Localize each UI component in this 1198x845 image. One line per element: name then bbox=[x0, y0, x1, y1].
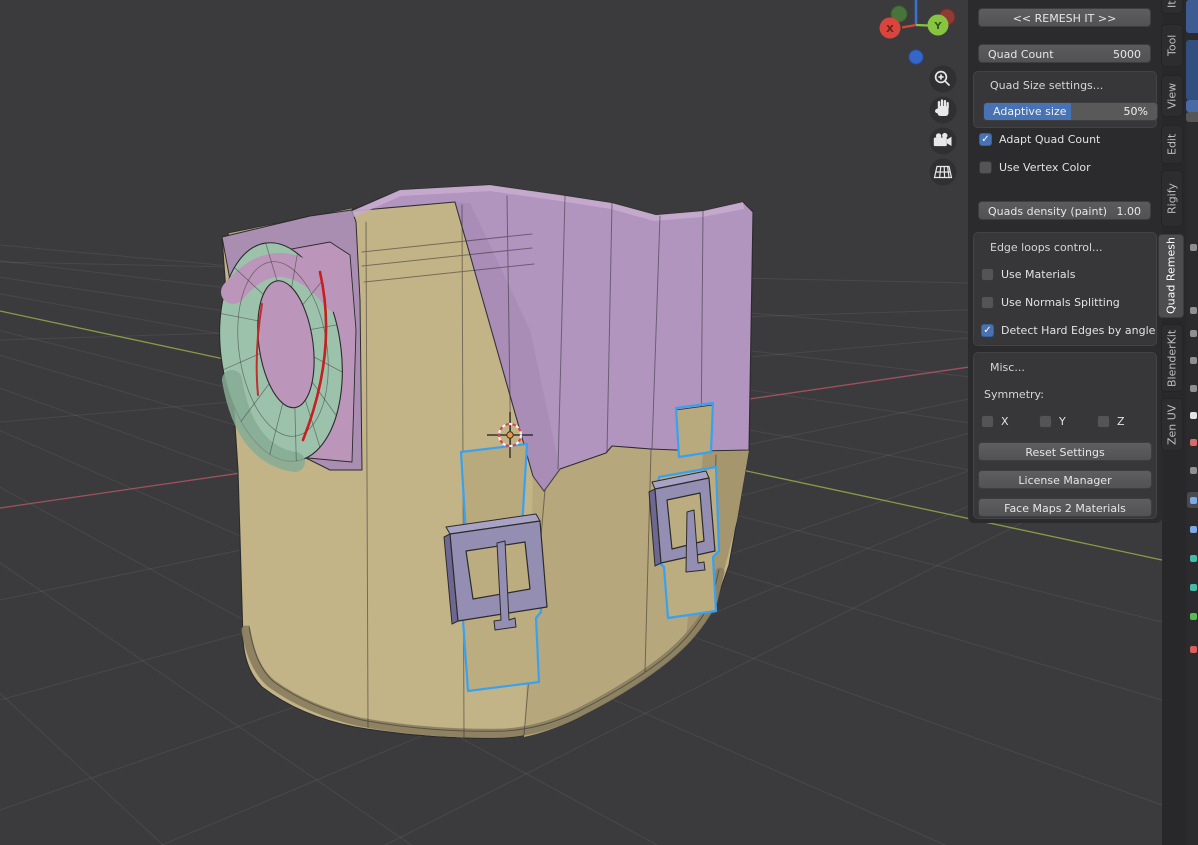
properties-tab-icon[interactable] bbox=[1187, 641, 1198, 657]
tab-zen-uv[interactable]: Zen UV bbox=[1161, 398, 1183, 451]
detect-hard-edges-row[interactable]: ✓ Detect Hard Edges by angle bbox=[981, 324, 1155, 337]
neg-z-handle bbox=[908, 49, 924, 65]
use-vertex-color-row[interactable]: Use Vertex Color bbox=[979, 161, 1091, 174]
symmetry-x-label: X bbox=[1001, 415, 1009, 428]
detect-hard-edges-label: Detect Hard Edges by angle bbox=[1001, 324, 1156, 337]
symmetry-y-checkbox[interactable] bbox=[1039, 415, 1052, 428]
symmetry-y-label: Y bbox=[1059, 415, 1066, 428]
adaptive-size-label: Adaptive size bbox=[993, 105, 1067, 118]
quad-size-header: Quad Size settings... bbox=[990, 79, 1104, 92]
use-materials-label: Use Materials bbox=[1001, 268, 1076, 281]
tab-tool[interactable]: Tool bbox=[1161, 24, 1183, 67]
adaptive-size-slider[interactable]: Adaptive size 50% bbox=[983, 102, 1158, 121]
zoom-tool-button[interactable] bbox=[929, 65, 957, 93]
symmetry-z-label: Z bbox=[1117, 415, 1125, 428]
properties-gray-block bbox=[1186, 112, 1198, 122]
remesh-it-button[interactable]: << REMESH IT >> bbox=[978, 8, 1151, 27]
camera-view-button[interactable] bbox=[929, 127, 957, 155]
quad-remesh-panel: << REMESH IT >> Quad Count 5000 Quad Siz… bbox=[968, 0, 1162, 523]
adaptive-size-value: 50% bbox=[1123, 105, 1148, 118]
adapt-quad-count-checkbox[interactable]: ✓ bbox=[979, 133, 992, 146]
properties-blue-block-2 bbox=[1186, 100, 1198, 112]
symmetry-x-row[interactable]: X bbox=[981, 415, 1009, 428]
tab-item[interactable]: Item bbox=[1161, 0, 1183, 14]
detect-hard-edges-checkbox[interactable]: ✓ bbox=[981, 324, 994, 337]
satchel-model[interactable] bbox=[206, 184, 754, 739]
use-normals-row[interactable]: Use Normals Splitting bbox=[981, 296, 1120, 309]
quads-density-value: 1.00 bbox=[1116, 205, 1142, 218]
properties-tab-icon[interactable] bbox=[1187, 608, 1198, 624]
gizmo-x-label: X bbox=[886, 24, 894, 35]
quad-count-value: 5000 bbox=[1113, 48, 1141, 61]
face-maps-2-materials-button[interactable]: Face Maps 2 Materials bbox=[978, 498, 1152, 517]
pan-tool-button[interactable] bbox=[929, 96, 957, 124]
edge-loops-box: Edge loops control... Use Materials Use … bbox=[973, 232, 1157, 346]
quad-count-field[interactable]: Quad Count 5000 bbox=[978, 44, 1151, 63]
adapt-quad-count-label: Adapt Quad Count bbox=[999, 133, 1101, 146]
properties-blue-block bbox=[1186, 40, 1198, 100]
symmetry-z-checkbox[interactable] bbox=[1097, 415, 1110, 428]
properties-tab-icon[interactable] bbox=[1187, 462, 1198, 478]
blender-window: X Y << REMESH IT >> Quad Count 5000 Quad… bbox=[0, 0, 1198, 845]
quads-density-field[interactable]: Quads density (paint) 1.00 bbox=[978, 201, 1151, 220]
symmetry-x-checkbox[interactable] bbox=[981, 415, 994, 428]
license-manager-button[interactable]: License Manager bbox=[978, 470, 1152, 489]
tab-view[interactable]: View bbox=[1161, 75, 1183, 117]
tab-rigify[interactable]: Rigify bbox=[1161, 170, 1183, 227]
tab-quad-remesh[interactable]: Quad Remesh bbox=[1158, 234, 1184, 318]
properties-tab-icon[interactable] bbox=[1187, 407, 1198, 423]
adapt-quad-count-row[interactable]: ✓ Adapt Quad Count bbox=[979, 133, 1100, 146]
properties-tab-icon[interactable] bbox=[1187, 521, 1198, 537]
properties-tab-icon[interactable] bbox=[1187, 492, 1198, 508]
properties-tab-icon[interactable] bbox=[1187, 325, 1198, 341]
ortho-toggle-button[interactable] bbox=[929, 158, 957, 186]
properties-tab-icon[interactable] bbox=[1187, 579, 1198, 595]
edge-loops-header: Edge loops control... bbox=[990, 241, 1103, 254]
properties-header-highlight bbox=[1186, 0, 1198, 33]
use-vertex-color-label: Use Vertex Color bbox=[999, 161, 1091, 174]
tab-edit[interactable]: Edit bbox=[1161, 125, 1183, 164]
use-materials-row[interactable]: Use Materials bbox=[981, 268, 1075, 281]
use-materials-checkbox[interactable] bbox=[981, 268, 994, 281]
symmetry-z-row[interactable]: Z bbox=[1097, 415, 1125, 428]
misc-box: Misc... Symmetry: X Y Z Reset Settings L… bbox=[973, 352, 1157, 519]
navigation-gizmo[interactable]: X Y bbox=[879, 0, 956, 65]
properties-tab-icon[interactable] bbox=[1187, 434, 1198, 450]
use-normals-label: Use Normals Splitting bbox=[1001, 296, 1120, 309]
properties-editor-edge bbox=[1186, 0, 1198, 845]
properties-tab-icon[interactable] bbox=[1187, 302, 1198, 318]
misc-header: Misc... bbox=[990, 361, 1025, 374]
properties-tab-icon[interactable] bbox=[1187, 352, 1198, 368]
properties-tab-icon[interactable] bbox=[1187, 380, 1198, 396]
properties-tab-icon[interactable] bbox=[1187, 239, 1198, 255]
properties-tab-icon[interactable] bbox=[1187, 550, 1198, 566]
use-vertex-color-checkbox[interactable] bbox=[979, 161, 992, 174]
viewport-tools bbox=[929, 65, 957, 186]
quads-density-label: Quads density (paint) bbox=[988, 205, 1108, 218]
symmetry-y-row[interactable]: Y bbox=[1039, 415, 1066, 428]
reset-settings-button[interactable]: Reset Settings bbox=[978, 442, 1152, 461]
gizmo-y-label: Y bbox=[933, 21, 942, 32]
quad-size-box: Quad Size settings... Adaptive size 50% bbox=[973, 71, 1158, 128]
quad-count-label: Quad Count bbox=[988, 48, 1054, 61]
tab-blenderkit[interactable]: BlenderKit bbox=[1161, 324, 1183, 392]
use-normals-checkbox[interactable] bbox=[981, 296, 994, 309]
symmetry-label: Symmetry: bbox=[984, 388, 1044, 401]
